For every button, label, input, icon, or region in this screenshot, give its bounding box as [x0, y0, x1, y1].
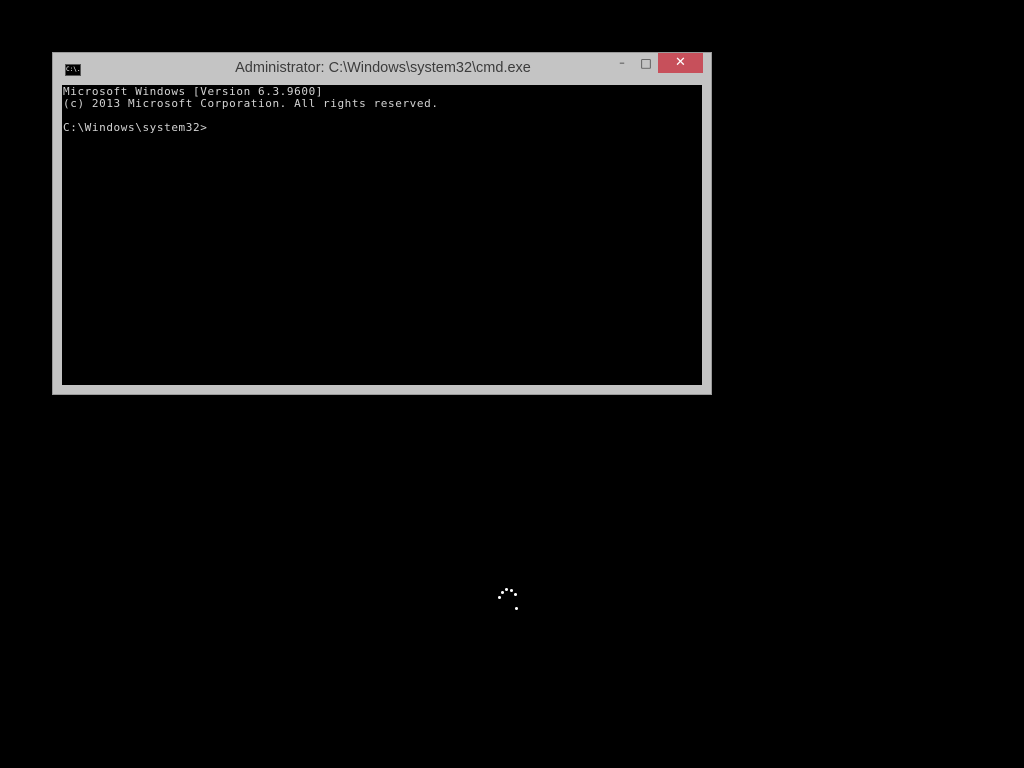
maximize-button[interactable]: □ — [633, 53, 659, 73]
spinner-dot — [498, 596, 501, 599]
window-title: Administrator: C:\Windows\system32\cmd.e… — [235, 60, 531, 76]
cmd-window: C:\. Administrator: C:\Windows\system32\… — [52, 52, 712, 395]
desktop: C:\. Administrator: C:\Windows\system32\… — [0, 0, 1024, 768]
spinner-dot — [514, 593, 517, 596]
console-output[interactable]: Microsoft Windows [Version 6.3.9600] (c)… — [62, 85, 702, 385]
spinner-dot — [515, 607, 518, 610]
cmd-icon[interactable]: C:\. — [65, 64, 81, 76]
minimize-button[interactable]: – — [609, 53, 635, 73]
spinner-dot — [501, 591, 504, 594]
close-button[interactable]: ✕ — [658, 53, 703, 73]
spinner-dot — [510, 589, 513, 592]
console-line-copyright: (c) 2013 Microsoft Corporation. All righ… — [63, 97, 439, 110]
spinner-dot — [505, 588, 508, 591]
title-bar[interactable]: C:\. Administrator: C:\Windows\system32\… — [53, 53, 711, 85]
console-prompt[interactable]: C:\Windows\system32> — [63, 122, 207, 134]
loading-spinner-icon — [490, 584, 524, 618]
